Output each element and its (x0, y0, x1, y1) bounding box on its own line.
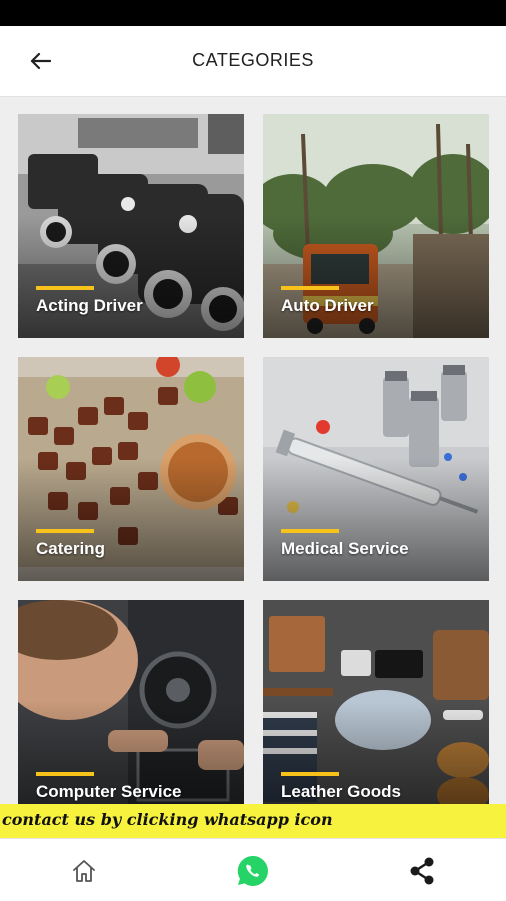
category-label: Leather Goods (281, 782, 401, 801)
home-button[interactable] (64, 851, 104, 891)
accent-bar (281, 772, 339, 776)
contact-banner: contact us by clicking whatsapp icon (0, 804, 506, 838)
category-label: Acting Driver (36, 296, 143, 315)
app-bar: CATEGORIES (0, 26, 506, 97)
status-bar (0, 0, 506, 26)
category-card-medical-service[interactable]: Medical Service (263, 357, 489, 581)
category-card-catering[interactable]: Catering (18, 357, 244, 581)
home-icon (73, 860, 95, 882)
bottom-nav (0, 838, 506, 901)
category-label: Medical Service (281, 539, 409, 558)
whatsapp-button[interactable] (233, 851, 273, 891)
category-card-auto-driver[interactable]: Auto Driver (263, 114, 489, 338)
accent-bar (36, 529, 94, 533)
share-button[interactable] (402, 851, 442, 891)
contact-banner-text: contact us by clicking whatsapp icon (2, 810, 333, 829)
accent-bar (281, 286, 339, 290)
accent-bar (36, 286, 94, 290)
category-card-acting-driver[interactable]: Acting Driver (18, 114, 244, 338)
whatsapp-icon (237, 855, 268, 886)
page-title: CATEGORIES (192, 50, 314, 70)
category-grid: Acting Driver Auto Driver Catering Medic… (0, 96, 506, 806)
category-label: Auto Driver (281, 296, 374, 315)
category-label: Catering (36, 539, 105, 558)
accent-bar (281, 529, 339, 533)
category-label: Computer Service (36, 782, 182, 801)
accent-bar (36, 772, 94, 776)
share-icon (410, 857, 434, 885)
category-card-computer-service[interactable]: Computer Service (18, 600, 244, 806)
category-card-leather-goods[interactable]: Leather Goods (263, 600, 489, 806)
